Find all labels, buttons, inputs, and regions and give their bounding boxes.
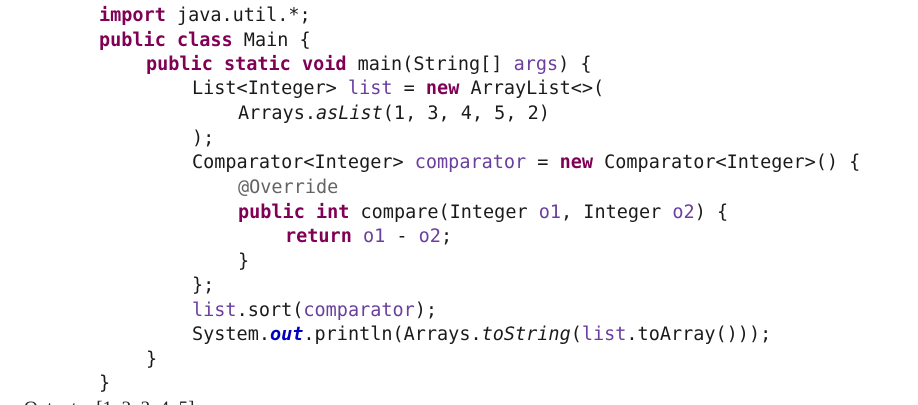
token-out: out xyxy=(269,324,304,345)
token-values: (1, 3, 4, 5, 2) xyxy=(382,103,550,124)
token-args: args xyxy=(513,54,559,75)
token-list-var: list xyxy=(581,324,627,345)
token-comparator-var: comparator xyxy=(414,152,527,173)
token-override-annotation: @Override xyxy=(238,177,339,198)
token-void: void xyxy=(301,54,347,75)
token-comparator-var: comparator xyxy=(303,300,415,321)
token-o1: o1 xyxy=(538,202,562,223)
code-line-2: public class Main { xyxy=(99,29,311,53)
token-constructor: ArrayList<>( xyxy=(459,78,605,99)
code-line-13: list.sort(comparator); xyxy=(192,299,437,323)
code-line-16: } xyxy=(99,372,110,396)
token-class: class xyxy=(176,30,233,51)
token-open-paren: ( xyxy=(570,324,582,345)
token-type: Comparator<Integer> xyxy=(192,152,415,173)
token-new: new xyxy=(425,78,460,99)
token-compare-signature: compare(Integer xyxy=(349,202,539,223)
code-line-8: @Override xyxy=(238,176,338,200)
code-line-9: public int compare(Integer o1, Integer o… xyxy=(238,201,728,225)
code-line-12: }; xyxy=(192,274,214,298)
token-system: System. xyxy=(192,324,270,345)
token-return: return xyxy=(285,226,352,247)
token-aslist: asList xyxy=(315,103,383,124)
token-close-brace: } xyxy=(146,349,158,370)
code-line-7: Comparator<Integer> comparator = new Com… xyxy=(192,151,860,175)
token-minus: - xyxy=(385,226,419,247)
code-line-4: List<Integer> list = new ArrayList<>( xyxy=(192,77,604,101)
token-tostring: toString xyxy=(481,324,571,345)
token-close-paren: ); xyxy=(192,128,215,149)
token-semicolon: ; xyxy=(440,226,453,247)
code-snippet: import java.util.*; public class Main { … xyxy=(0,2,918,405)
code-line-6: ); xyxy=(192,127,214,151)
token-brace: ) { xyxy=(558,54,592,75)
token-public: public xyxy=(146,54,213,75)
token-new: new xyxy=(559,152,593,173)
token-int: int xyxy=(315,202,350,223)
code-line-3: public static void main(String[] args) { xyxy=(146,53,592,77)
token-public: public xyxy=(238,202,305,223)
code-line-14: System.out.println(Arrays.toString(list.… xyxy=(192,323,771,347)
code-line-11: } xyxy=(238,250,249,274)
token-list-var: list xyxy=(347,78,393,99)
token-list-var: list xyxy=(192,300,237,321)
token-assign: = xyxy=(526,152,560,173)
token-close-brace: }; xyxy=(192,275,215,296)
token-main-signature: main(String[] xyxy=(346,54,514,75)
token-brace: ) { xyxy=(694,202,729,223)
code-line-15: } xyxy=(146,348,157,372)
token-toarray: .toArray())); xyxy=(626,324,772,345)
token-anon-class: Comparator<Integer>() { xyxy=(593,152,861,173)
output-line-partial: Output: [1, 2, 3, 4, 5] xyxy=(24,397,194,405)
code-line-1: import java.util.*; xyxy=(99,4,311,28)
token-close-paren: ); xyxy=(414,300,438,321)
token-close-brace: } xyxy=(99,373,111,394)
token-println: .println(Arrays. xyxy=(303,324,482,345)
token-close-brace: } xyxy=(238,251,250,272)
token-static: static xyxy=(223,54,291,75)
token-o2: o2 xyxy=(418,226,441,247)
token-class-name: Main { xyxy=(232,30,311,51)
token-public: public xyxy=(99,30,166,51)
token-o1: o1 xyxy=(362,226,386,247)
token-import: import xyxy=(99,5,166,26)
token-assign: = xyxy=(392,78,426,99)
token-package: java.util.*; xyxy=(165,5,311,26)
code-line-10: return o1 - o2; xyxy=(285,225,452,249)
code-line-5: Arrays.asList(1, 3, 4, 5, 2) xyxy=(238,102,550,126)
token-type: List<Integer> xyxy=(192,78,348,99)
token-param-sep: , Integer xyxy=(561,202,673,223)
token-sort-call: .sort( xyxy=(236,300,304,321)
token-o2: o2 xyxy=(672,202,695,223)
token-arrays: Arrays. xyxy=(238,103,316,124)
